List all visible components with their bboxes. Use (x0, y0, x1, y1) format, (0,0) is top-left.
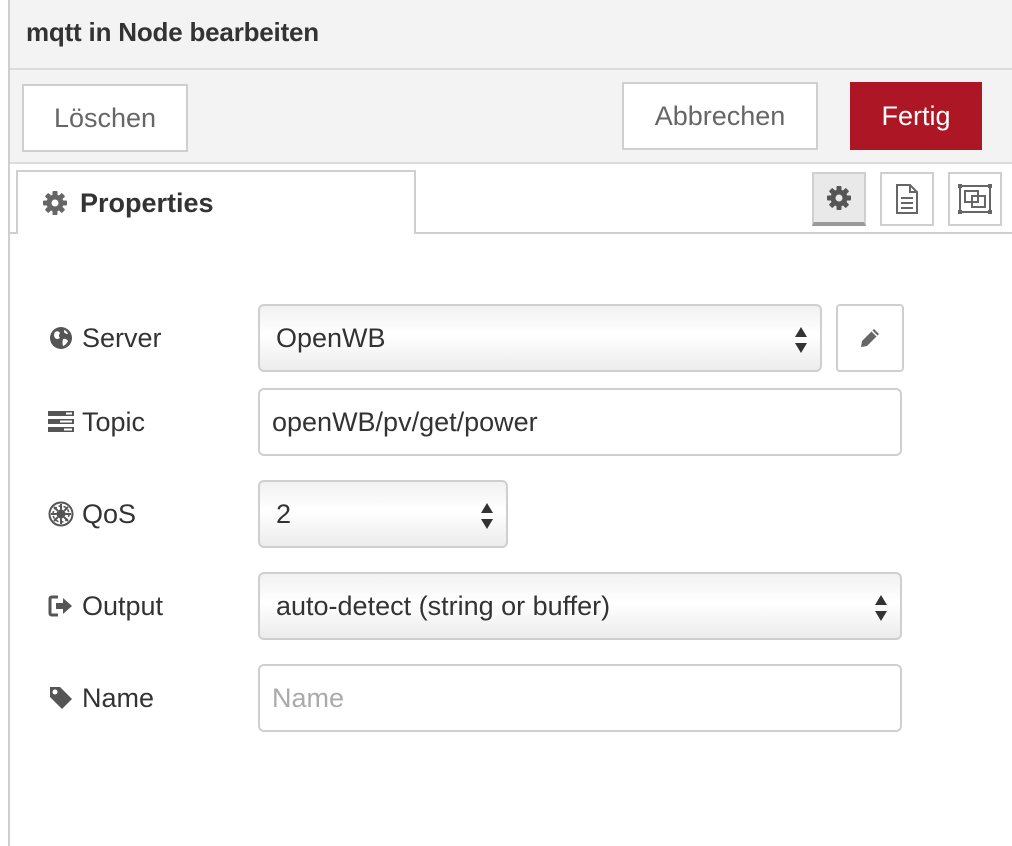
qos-label-text: QoS (82, 498, 137, 529)
cancel-button[interactable]: Abbrechen (622, 82, 818, 150)
server-select-value: OpenWB (276, 322, 386, 353)
document-icon (894, 184, 920, 214)
layout-icon (958, 184, 992, 214)
tab-icon-appearance[interactable] (948, 172, 1002, 226)
form-row-name: Name (10, 664, 1012, 732)
topic-input-value: openWB/pv/get/power (272, 406, 538, 437)
server-label-text: Server (82, 322, 162, 353)
topic-input[interactable]: openWB/pv/get/power (258, 388, 902, 456)
select-arrows-icon (875, 595, 887, 621)
qos-select-value: 2 (276, 498, 292, 529)
select-arrows-icon (481, 503, 493, 529)
topic-label: Topic (48, 388, 145, 456)
tray-toolbar: Löschen Abbrechen Fertig (10, 70, 1012, 164)
select-arrows-icon (795, 327, 807, 353)
empire-icon (48, 501, 74, 527)
qos-select[interactable]: 2 (258, 480, 508, 548)
qos-label: QoS (48, 480, 136, 548)
edit-server-button[interactable] (836, 304, 904, 372)
form-row-qos: QoS 2 (10, 480, 1012, 548)
tasks-icon (48, 409, 74, 435)
sign-out-icon (48, 593, 74, 619)
name-field-box (258, 664, 902, 732)
name-input[interactable] (272, 682, 900, 714)
output-select[interactable]: auto-detect (string or buffer) (258, 572, 902, 640)
form-row-server: Server OpenWB (10, 304, 1012, 372)
output-label-text: Output (82, 590, 164, 621)
gear-icon (42, 190, 68, 216)
server-label: Server (48, 304, 162, 372)
tab-icon-description[interactable] (880, 172, 934, 226)
server-select[interactable]: OpenWB (258, 304, 822, 372)
output-select-value: auto-detect (string or buffer) (276, 590, 611, 621)
done-button[interactable]: Fertig (850, 82, 982, 150)
tab-bar: Properties (10, 164, 1012, 234)
globe-icon (48, 325, 74, 351)
name-label: Name (48, 664, 154, 732)
pencil-icon (858, 326, 882, 350)
form-row-topic: Topic openWB/pv/get/power (10, 388, 1012, 456)
form-row-output: Output auto-detect (string or buffer) (10, 572, 1012, 640)
tab-properties-label: Properties (80, 187, 214, 218)
tab-icon-properties[interactable] (812, 172, 866, 226)
tab-properties[interactable]: Properties (16, 170, 416, 234)
delete-button[interactable]: Löschen (22, 84, 188, 152)
tray-header: mqtt in Node bearbeiten (10, 0, 1012, 70)
topic-label-text: Topic (82, 406, 146, 437)
name-label-text: Name (82, 682, 155, 713)
tag-icon (48, 685, 74, 711)
output-label: Output (48, 572, 163, 640)
gear-icon (826, 185, 852, 211)
tray-title: mqtt in Node bearbeiten (26, 17, 319, 47)
edit-tray: mqtt in Node bearbeiten Löschen Abbreche… (0, 0, 1012, 846)
